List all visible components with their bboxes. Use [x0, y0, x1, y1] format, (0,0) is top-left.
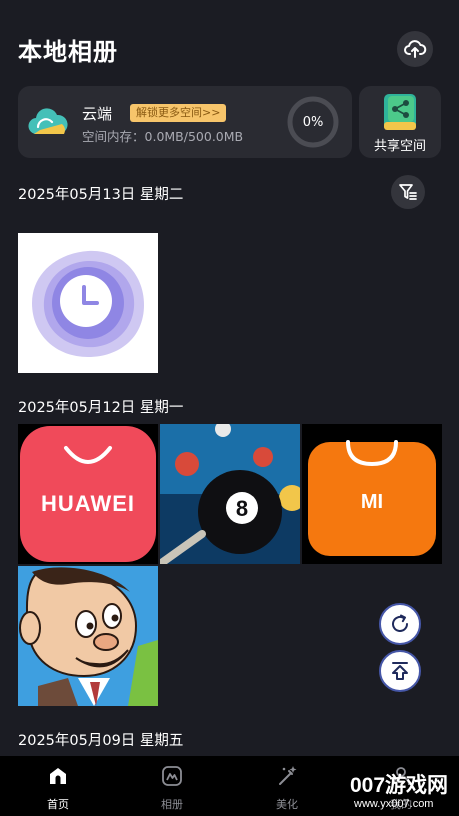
nav-item-beautify[interactable]: 美化 — [247, 756, 327, 816]
cloud-icon — [28, 108, 68, 135]
back-to-top-icon — [392, 662, 408, 680]
unlock-more-space-badge[interactable]: 解锁更多空间>> — [130, 104, 227, 122]
storage-value: 0.0MB/500.0MB — [144, 129, 244, 144]
watermark: 007游戏网 www.yx007.com — [346, 769, 459, 816]
mi-store-icon: MI — [302, 424, 442, 564]
album-icon — [162, 766, 182, 786]
8-ball-pool-icon: 8 — [160, 424, 300, 564]
filter-icon — [399, 184, 417, 200]
photo-thumbnail[interactable] — [18, 233, 158, 373]
date-header: 2025年05月13日 星期二 — [18, 187, 184, 203]
magic-wand-icon — [279, 766, 297, 785]
nav-label: 相册 — [161, 798, 183, 811]
home-icon — [50, 768, 66, 784]
huawei-logo-text: HUAWEI — [41, 491, 135, 516]
header: 本地相册 — [0, 0, 459, 80]
refresh-button[interactable] — [379, 603, 421, 645]
photo-thumbnail[interactable]: HUAWEI — [18, 424, 158, 564]
mi-logo-text: MI — [361, 491, 383, 513]
photo-thumbnail[interactable]: MI — [302, 424, 442, 564]
cloud-upload-icon — [404, 40, 427, 58]
nav-item-album[interactable]: 相册 — [132, 756, 212, 816]
shared-space-label: 共享空间 — [373, 139, 426, 154]
filter-button[interactable] — [391, 175, 425, 209]
date-header: 2025年05月09日 星期五 — [18, 733, 184, 749]
refresh-icon — [392, 614, 408, 632]
cloud-upload-button[interactable] — [397, 31, 433, 67]
watermark-main: 007游戏网 — [350, 774, 449, 797]
nav-label: 首页 — [47, 798, 69, 811]
storage-percent: 0% — [302, 114, 324, 130]
date-header: 2025年05月12日 星期一 — [18, 400, 184, 416]
huawei-appgallery-icon: HUAWEI — [18, 424, 158, 564]
nav-label: 美化 — [276, 798, 298, 811]
mr-bean-icon — [18, 566, 158, 706]
back-to-top-button[interactable] — [379, 650, 421, 692]
storage-usage: 空间内存：0.0MB/500.0MB — [82, 126, 243, 145]
storage-label: 空间内存： — [82, 129, 145, 144]
cloud-storage-card[interactable]: 云端 解锁更多空间>> 空间内存：0.0MB/500.0MB 0% — [18, 86, 352, 158]
photo-thumbnail[interactable] — [18, 566, 158, 706]
clock-app-icon — [18, 233, 158, 373]
nav-item-home[interactable]: 首页 — [18, 756, 98, 816]
shared-space-card[interactable]: 共享空间 — [359, 86, 441, 158]
eight-ball-number: 8 — [236, 496, 248, 521]
watermark-url: www.yx007.com — [354, 798, 434, 810]
share-book-icon — [384, 94, 416, 130]
page-title: 本地相册 — [18, 38, 118, 66]
photo-thumbnail[interactable]: 8 — [160, 424, 300, 564]
cloud-name: 云端 — [82, 105, 113, 123]
